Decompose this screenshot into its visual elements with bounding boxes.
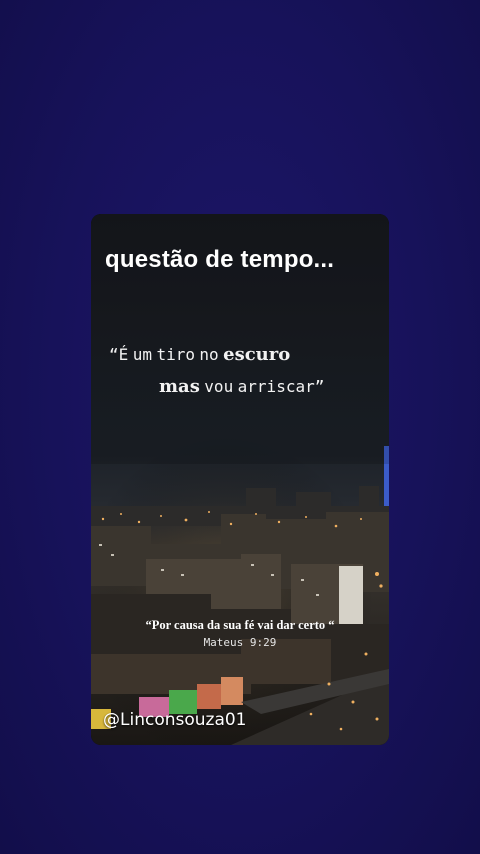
quote-word: arriscar” [237,377,325,396]
quote-word: vou [204,377,234,396]
quote-line-2: mas vou arriscar” [159,376,324,397]
story-card[interactable]: questão de tempo... “É um tiro no escuro… [91,214,389,745]
quote-word: tiro [156,345,195,364]
quote-word: no [199,345,219,364]
quote-emphasis: mas [159,376,200,397]
verse-caption: “Por causa da sua fé vai dar certo “ [145,618,335,632]
story-title: questão de tempo... [105,246,335,273]
verse-reference: Mateus 9:29 [203,636,277,649]
quote-word: um [132,345,152,364]
author-handle[interactable]: @Linconsouza01 [103,710,247,730]
night-city-photo [91,214,389,745]
quote-emphasis: escuro [223,344,291,365]
quote-open: “É [109,345,129,364]
quote-line-1: “É um tiro no escuro [109,344,290,365]
